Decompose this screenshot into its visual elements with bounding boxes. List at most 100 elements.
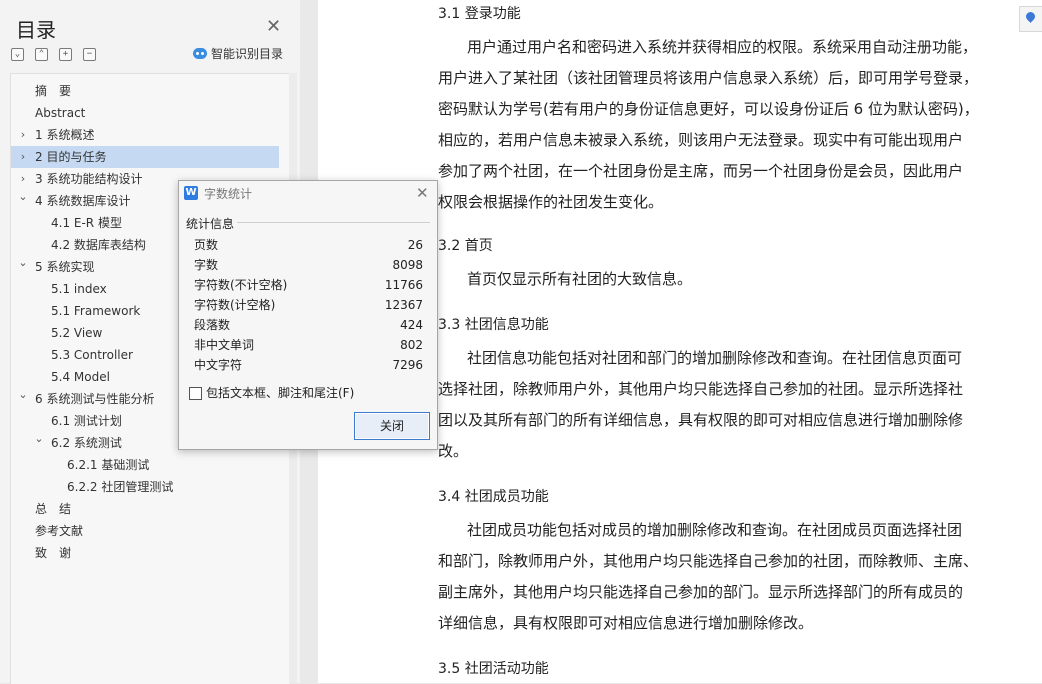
stat-row: 字数 8098: [194, 255, 423, 275]
toc-item-label: 6.2.2 社团管理测试: [67, 480, 174, 494]
paragraph: 首页仅显示所有社团的大致信息。: [438, 264, 1004, 295]
toc-item[interactable]: 总 结: [11, 498, 279, 520]
paragraph-line: 用户进入了某社团（该社团管理员将该用户信息录入系统）后，即可用学号登录，: [438, 69, 979, 87]
paragraph: 用户通过用户名和密码进入系统并获得相应的权限。系统采用自动注册功能， 用户进入了某…: [438, 32, 1004, 218]
stat-value: 802: [400, 338, 423, 352]
toc-item-label: 1 系统概述: [35, 128, 95, 142]
stat-row: 字符数(不计空格) 11766: [194, 275, 423, 295]
paragraph-line: 相应的，若用户信息未被录入系统，则该用户无法登录。现实中有可能出现用户: [438, 131, 964, 149]
toc-item[interactable]: 6.2.2 社团管理测试: [11, 476, 279, 498]
toc-item-label: 2 目的与任务: [35, 150, 107, 164]
close-icon[interactable]: ✕: [416, 184, 429, 202]
stat-row: 字符数(计空格) 12367: [194, 295, 423, 315]
toc-item[interactable]: › 2 目的与任务: [11, 146, 279, 168]
stat-value: 7296: [392, 358, 423, 372]
section-heading: 3.2 首页: [438, 238, 493, 254]
stat-value: 424: [400, 318, 423, 332]
chevron-down-icon[interactable]: ⌄: [17, 190, 29, 204]
section-heading: 3.3 社团信息功能: [438, 317, 549, 333]
collapse-all-icon[interactable]: ⌄: [11, 48, 24, 61]
paragraph-line: 详细信息，具有权限即可对相应信息进行增加删除修改。: [438, 614, 814, 632]
robot-icon: [193, 48, 207, 59]
stat-label: 字数: [194, 258, 219, 272]
stat-label: 字符数(不计空格): [194, 278, 288, 292]
paragraph-line: 选择社团，除教师用户外，其他用户均只能选择自己参加的社团。显示所选择社: [438, 380, 964, 398]
paragraph-line: 密码默认为学号(若有用户的身份证信息更好，可以设身份证后 6 位为默认密码)，: [438, 100, 979, 118]
toc-item-label: 4.2 数据库表结构: [51, 238, 146, 252]
group-divider: [237, 222, 430, 223]
toc-item-label: 4 系统数据库设计: [35, 194, 131, 208]
minus-icon[interactable]: −: [83, 48, 96, 61]
paragraph-line: 参加了两个社团，在一个社团身份是主席，而另一个社团身份是会员，因此用户: [438, 162, 964, 180]
stat-row: 中文字符 7296: [194, 355, 423, 375]
location-pin-icon: [1024, 10, 1037, 23]
toc-item-label: 5.2 View: [51, 326, 103, 340]
toc-item-label: 4.1 E-R 模型: [51, 216, 122, 230]
stat-value: 26: [407, 238, 423, 252]
paragraph-line: 社团信息功能包括对社团和部门的增加删除修改和查询。在社团信息页面可: [467, 349, 963, 367]
toc-item-label: Abstract: [35, 106, 86, 120]
stat-label: 字符数(计空格): [194, 298, 276, 312]
paragraph-line: 首页仅显示所有社团的大致信息。: [467, 270, 693, 288]
smart-toc-label: 智能识别目录: [211, 47, 284, 61]
toc-item-label: 致 谢: [35, 546, 72, 560]
toc-item-label: 5.3 Controller: [51, 348, 133, 362]
wps-logo-icon: W: [184, 186, 198, 200]
plus-icon[interactable]: +: [59, 48, 72, 61]
paragraph-line: 社团成员功能包括对成员的增加删除修改和查询。在社团成员页面选择社团: [467, 521, 963, 539]
stat-row: 页数 26: [194, 235, 423, 255]
close-icon[interactable]: ✕: [266, 16, 281, 37]
toc-item[interactable]: 参考文献: [11, 520, 279, 542]
paragraph-line: 权限会根据操作的社团发生变化。: [438, 193, 664, 211]
paragraph: 社团信息功能包括对社团和部门的增加删除修改和查询。在社团信息页面可选择社团，除教…: [438, 343, 1004, 467]
stat-label: 页数: [194, 238, 219, 252]
toc-item-label: 5.4 Model: [51, 370, 110, 384]
paragraph-line: 和部门，除教师用户外，其他用户均只能选择自己参加的社团，而除教师、主席、: [438, 552, 979, 570]
expand-all-icon[interactable]: ⌃: [35, 48, 48, 61]
chevron-down-icon[interactable]: ⌄: [33, 432, 45, 446]
stat-label: 非中文单词: [194, 338, 255, 352]
stat-value: 12367: [384, 298, 423, 312]
section-heading: 3.4 社团成员功能: [438, 489, 549, 505]
chevron-down-icon[interactable]: ⌄: [17, 388, 29, 402]
toc-item[interactable]: 6.2.1 基础测试: [11, 454, 279, 476]
stat-value: 8098: [392, 258, 423, 272]
dialog-title: 字数统计: [204, 187, 253, 201]
toc-item-label: 5.1 Framework: [51, 304, 141, 318]
toc-item-label: 6 系统测试与性能分析: [35, 392, 155, 406]
close-button[interactable]: 关闭: [354, 412, 430, 440]
section-heading: 3.1 登录功能: [438, 6, 521, 22]
stat-row: 段落数 424: [194, 315, 423, 335]
chevron-right-icon[interactable]: ›: [17, 146, 29, 168]
chevron-right-icon[interactable]: ›: [17, 168, 29, 190]
toc-item[interactable]: Abstract: [11, 102, 279, 124]
paragraph-line: 副主席外，其他用户均只能选择自己参加的部门。显示所选择部门的所有成员的: [438, 583, 964, 601]
chevron-right-icon[interactable]: ›: [17, 124, 29, 146]
word-count-dialog: W 字数统计 ✕ 统计信息 页数 26 字数 8098 字符数(不计空格) 11766 字符…: [178, 180, 438, 450]
toc-item-label: 6.1 测试计划: [51, 414, 122, 428]
stat-row: 非中文单词 802: [194, 335, 423, 355]
toc-item-label: 5 系统实现: [35, 260, 95, 274]
toc-item-label: 总 结: [35, 502, 72, 516]
location-pin-button[interactable]: [1019, 6, 1042, 32]
stat-label: 段落数: [194, 318, 231, 332]
smart-toc-button[interactable]: 智能识别目录: [193, 45, 283, 62]
section-heading: 3.5 社团活动功能: [438, 661, 549, 677]
chevron-down-icon[interactable]: ⌄: [17, 256, 29, 270]
toc-item-label: 3 系统功能结构设计: [35, 172, 143, 186]
include-textboxes-checkbox[interactable]: [189, 387, 202, 400]
toc-item-label: 摘 要: [35, 84, 72, 98]
paragraph-line: 团以及其所有部门的所有详细信息，具有权限的即可对相应信息进行增加删除修: [438, 411, 964, 429]
toc-item[interactable]: 致 谢: [11, 542, 279, 564]
toc-item-label: 参考文献: [35, 524, 84, 538]
paragraph-line: 改。: [438, 442, 469, 460]
toc-item[interactable]: › 1 系统概述: [11, 124, 279, 146]
toc-item[interactable]: 摘 要: [11, 80, 279, 102]
paragraph: 社团成员功能包括对成员的增加删除修改和查询。在社团成员页面选择社团和部门，除教师…: [438, 515, 1004, 639]
toc-item-label: 6.2.1 基础测试: [67, 458, 150, 472]
include-textboxes-label[interactable]: 包括文本框、脚注和尾注(F): [206, 384, 354, 401]
stat-label: 中文字符: [194, 358, 243, 372]
toc-item-label: 6.2 系统测试: [51, 436, 122, 450]
stat-value: 11766: [384, 278, 423, 292]
stats-group-label: 统计信息: [186, 217, 235, 231]
